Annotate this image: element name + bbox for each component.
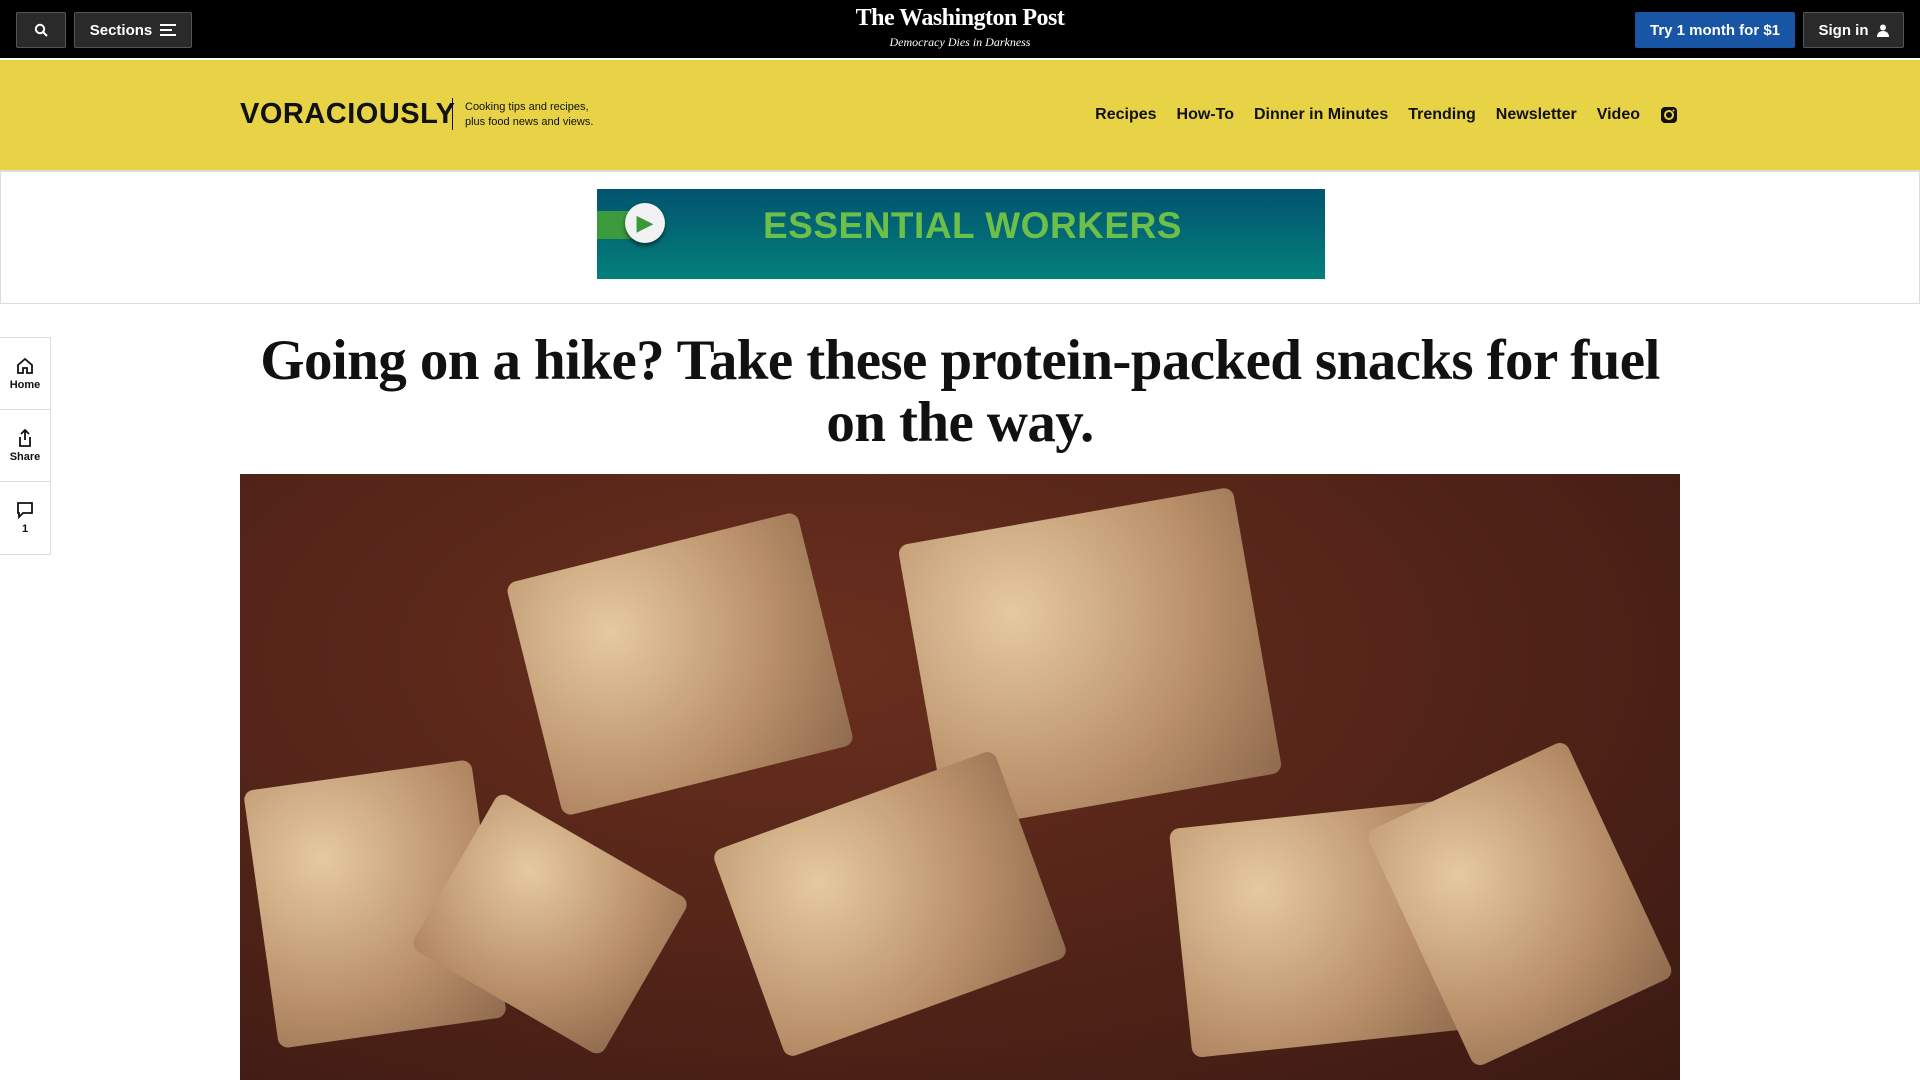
wapo-brand[interactable]: The Washington Post Democracy Dies in Da…	[0, 5, 1920, 50]
nav-dinner-in-minutes[interactable]: Dinner in Minutes	[1254, 106, 1388, 124]
nav-recipes[interactable]: Recipes	[1095, 106, 1156, 124]
nav-newsletter[interactable]: Newsletter	[1496, 106, 1577, 124]
article-headline: Going on a hike? Take these protein-pack…	[260, 329, 1660, 454]
divider	[452, 98, 453, 130]
comment-count: 1	[21, 523, 29, 535]
nav-how-to[interactable]: How-To	[1177, 106, 1234, 124]
user-icon	[1876, 24, 1889, 37]
wapo-tagline: Democracy Dies in Darkness	[889, 35, 1031, 49]
comment-icon	[17, 502, 33, 519]
rail-home[interactable]: Home	[0, 338, 50, 410]
play-icon: ▶	[625, 203, 665, 243]
rail-comments[interactable]: 1	[0, 482, 50, 554]
rail-share[interactable]: Share	[0, 410, 50, 482]
nav-video[interactable]: Video	[1597, 106, 1640, 124]
side-rail: Home Share 1	[0, 337, 51, 555]
tagline-line: plus food news and views.	[465, 116, 594, 128]
ad-container: ▶ ESSENTIAL WORKERS	[0, 170, 1920, 304]
tagline-line: Cooking tips and recipes,	[465, 101, 589, 113]
section-header: VORACIOUSLY Cooking tips and recipes, pl…	[0, 60, 1920, 170]
ad-text: ESSENTIAL WORKERS	[763, 205, 1182, 246]
wapo-logo[interactable]: The Washington Post	[0, 5, 1920, 32]
signin-label: Sign in	[1818, 21, 1869, 39]
trial-button[interactable]: Try 1 month for $1	[1635, 12, 1795, 48]
share-icon	[19, 428, 31, 447]
section-nav: Recipes How-To Dinner in Minutes Trendin…	[1095, 106, 1678, 124]
top-bar: Sections The Washington Post Democracy D…	[0, 0, 1920, 59]
granola-bar	[505, 511, 855, 817]
nav-trending[interactable]: Trending	[1408, 106, 1476, 124]
voraciously-logo[interactable]: VORACIOUSLY	[240, 98, 456, 131]
rail-home-label: Home	[9, 378, 41, 391]
trial-label: Try 1 month for $1	[1649, 21, 1781, 39]
section-tagline: Cooking tips and recipes, plus food news…	[465, 100, 593, 130]
rail-share-label: Share	[9, 450, 41, 463]
home-icon	[17, 357, 33, 374]
signin-button[interactable]: Sign in	[1803, 12, 1904, 48]
instagram-icon[interactable]	[1660, 106, 1678, 124]
ad-banner[interactable]: ▶ ESSENTIAL WORKERS	[597, 189, 1325, 279]
hero-image	[240, 474, 1680, 1080]
